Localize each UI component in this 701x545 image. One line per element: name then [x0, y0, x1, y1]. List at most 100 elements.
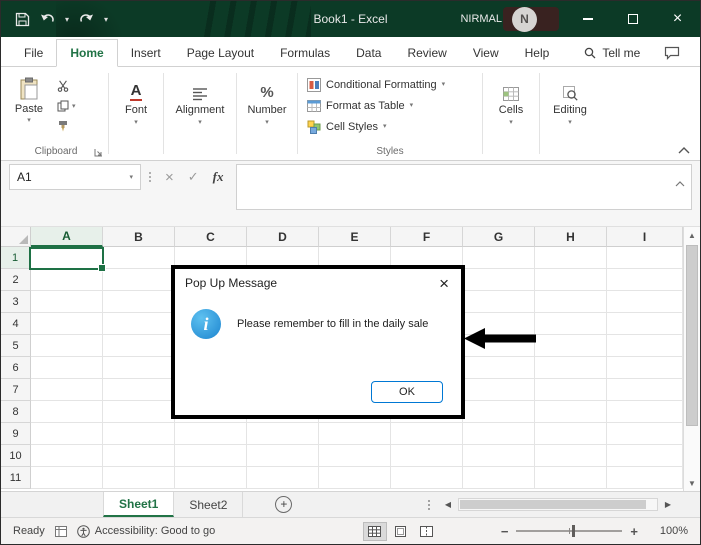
editing-group-button[interactable]: Editing ▾ [543, 69, 597, 160]
sheet-tab-sheet1[interactable]: Sheet1 [103, 492, 174, 517]
cell-A11[interactable] [31, 467, 103, 489]
tab-review[interactable]: Review [394, 40, 459, 66]
cell-D10[interactable] [247, 445, 319, 467]
cell-B7[interactable] [103, 379, 175, 401]
paste-button[interactable]: Paste ▾ [7, 73, 51, 133]
cell-A6[interactable] [31, 357, 103, 379]
conditional-formatting-button[interactable]: Conditional Formatting ▾ [307, 74, 475, 95]
cell-G11[interactable] [463, 467, 535, 489]
cell-A1[interactable] [31, 247, 103, 269]
row-header-11[interactable]: 11 [1, 467, 31, 489]
expand-formula-bar-icon[interactable] [675, 181, 685, 187]
column-header-F[interactable]: F [391, 227, 463, 247]
font-group-button[interactable]: A Font ▾ [112, 69, 160, 160]
cell-I3[interactable] [607, 291, 683, 313]
user-name[interactable]: NIRMAL [460, 13, 502, 25]
cell-H11[interactable] [535, 467, 607, 489]
cell-I4[interactable] [607, 313, 683, 335]
cell-H7[interactable] [535, 379, 607, 401]
cell-B10[interactable] [103, 445, 175, 467]
zoom-slider[interactable] [516, 530, 622, 532]
tab-home[interactable]: Home [56, 39, 117, 67]
column-header-A[interactable]: A [31, 227, 103, 247]
horizontal-scroll-thumb[interactable] [460, 500, 646, 509]
cell-G7[interactable] [463, 379, 535, 401]
cell-B11[interactable] [103, 467, 175, 489]
cell-C9[interactable] [175, 423, 247, 445]
customize-quick-access-caret[interactable]: ▾ [104, 15, 108, 24]
clipboard-dialog-launcher-icon[interactable] [94, 148, 103, 157]
cell-D9[interactable] [247, 423, 319, 445]
insert-function-icon[interactable]: fx [213, 169, 224, 185]
cell-H6[interactable] [535, 357, 607, 379]
cell-G2[interactable] [463, 269, 535, 291]
cell-B8[interactable] [103, 401, 175, 423]
column-header-I[interactable]: I [607, 227, 683, 247]
confirm-entry-icon[interactable]: ✓ [188, 169, 199, 185]
cell-B3[interactable] [103, 291, 175, 313]
new-sheet-button[interactable]: + [275, 496, 292, 513]
cell-C11[interactable] [175, 467, 247, 489]
column-header-D[interactable]: D [247, 227, 319, 247]
row-header-2[interactable]: 2 [1, 269, 31, 291]
column-header-E[interactable]: E [319, 227, 391, 247]
cell-C10[interactable] [175, 445, 247, 467]
cell-G6[interactable] [463, 357, 535, 379]
minimize-button[interactable] [565, 1, 610, 37]
cell-A4[interactable] [31, 313, 103, 335]
copy-dropdown-caret[interactable]: ▾ [72, 103, 76, 110]
cell-I10[interactable] [607, 445, 683, 467]
horizontal-scroll-track[interactable] [458, 498, 658, 511]
cell-H8[interactable] [535, 401, 607, 423]
cell-F11[interactable] [391, 467, 463, 489]
zoom-out-icon[interactable]: − [501, 524, 509, 539]
macro-record-icon[interactable] [55, 526, 67, 537]
cell-G9[interactable] [463, 423, 535, 445]
normal-view-icon[interactable] [363, 522, 387, 541]
tab-formulas[interactable]: Formulas [267, 40, 343, 66]
cancel-entry-icon[interactable]: × [165, 169, 174, 186]
cell-G3[interactable] [463, 291, 535, 313]
cell-A3[interactable] [31, 291, 103, 313]
row-header-10[interactable]: 10 [1, 445, 31, 467]
row-header-8[interactable]: 8 [1, 401, 31, 423]
cell-D11[interactable] [247, 467, 319, 489]
row-header-9[interactable]: 9 [1, 423, 31, 445]
vertical-scroll-track[interactable] [684, 243, 700, 475]
tab-page-layout[interactable]: Page Layout [174, 40, 267, 66]
tab-help[interactable]: Help [512, 40, 563, 66]
sheet-tab-sheet2[interactable]: Sheet2 [174, 492, 243, 517]
cell-H10[interactable] [535, 445, 607, 467]
cell-H1[interactable] [535, 247, 607, 269]
cell-I6[interactable] [607, 357, 683, 379]
number-group-button[interactable]: % Number ▾ [240, 69, 294, 160]
cell-A10[interactable] [31, 445, 103, 467]
cell-F10[interactable] [391, 445, 463, 467]
close-button[interactable]: × [655, 1, 700, 37]
row-header-5[interactable]: 5 [1, 335, 31, 357]
formula-bar-divider[interactable] [149, 172, 151, 182]
ok-button[interactable]: OK [371, 381, 443, 403]
cell-B6[interactable] [103, 357, 175, 379]
undo-dropdown-caret[interactable]: ▾ [65, 15, 69, 24]
column-header-B[interactable]: B [103, 227, 175, 247]
vertical-scroll-thumb[interactable] [686, 245, 698, 426]
cell-I2[interactable] [607, 269, 683, 291]
cell-G8[interactable] [463, 401, 535, 423]
undo-icon[interactable] [40, 13, 55, 25]
cell-I1[interactable] [607, 247, 683, 269]
cell-G1[interactable] [463, 247, 535, 269]
cell-I7[interactable] [607, 379, 683, 401]
cell-E10[interactable] [319, 445, 391, 467]
avatar[interactable]: N [512, 7, 537, 32]
cell-B2[interactable] [103, 269, 175, 291]
save-icon[interactable] [15, 12, 30, 27]
row-header-1[interactable]: 1 [1, 247, 31, 269]
cell-A7[interactable] [31, 379, 103, 401]
cell-E11[interactable] [319, 467, 391, 489]
copy-icon[interactable]: ▾ [57, 99, 76, 113]
cell-A8[interactable] [31, 401, 103, 423]
column-header-H[interactable]: H [535, 227, 607, 247]
page-layout-view-icon[interactable] [389, 522, 413, 541]
cell-B4[interactable] [103, 313, 175, 335]
